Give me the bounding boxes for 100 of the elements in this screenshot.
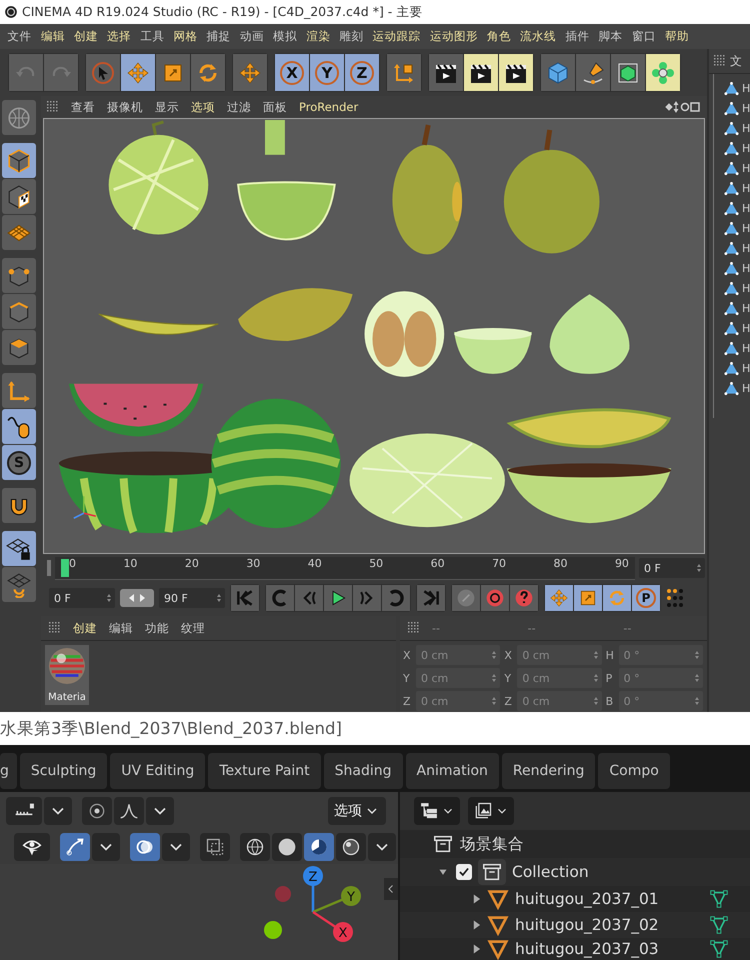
menu-item[interactable]: 插件 <box>560 29 594 44</box>
menu-item[interactable]: 捕捉 <box>202 29 236 44</box>
play-button[interactable] <box>324 585 352 611</box>
material-preview-button[interactable] <box>304 833 334 861</box>
wireframe-shading-button[interactable] <box>240 833 270 861</box>
shading-menu-button[interactable] <box>368 833 396 861</box>
polygons-mode-button[interactable] <box>2 330 36 365</box>
coordinate-system-button[interactable] <box>387 54 421 91</box>
go-to-end-button[interactable] <box>417 585 445 611</box>
locked-workplane-button[interactable] <box>2 531 36 566</box>
menu-item[interactable]: 选择 <box>102 29 136 44</box>
menu-item[interactable]: 显示 <box>155 100 179 114</box>
menu-item[interactable]: 创建 <box>73 620 97 636</box>
proportional-edit-button[interactable] <box>82 797 112 825</box>
model-mode-button[interactable] <box>2 143 36 178</box>
axis-handle[interactable]: X <box>312 910 353 942</box>
3d-viewport[interactable] <box>43 118 705 554</box>
workspace-tab[interactable]: Compo <box>598 753 670 789</box>
display-mode-dropdown[interactable] <box>414 797 460 825</box>
edges-mode-button[interactable] <box>2 294 36 329</box>
move-tool-button[interactable] <box>121 54 155 91</box>
menu-item[interactable]: 编辑 <box>109 620 133 636</box>
snap-button[interactable] <box>2 488 36 523</box>
step-arrows-button[interactable] <box>120 589 154 607</box>
cube-button[interactable] <box>541 54 575 91</box>
x-axis-button[interactable]: X <box>275 54 309 91</box>
checkbox[interactable] <box>456 864 472 880</box>
object-name[interactable]: H <box>742 222 750 234</box>
outliner-item[interactable]: huitugou_2037_03 <box>515 940 659 958</box>
menu-item[interactable]: 文件 <box>3 29 36 44</box>
negative-axis-handle[interactable] <box>275 886 291 902</box>
object-name[interactable]: H <box>742 282 750 294</box>
object-name[interactable]: H <box>742 182 750 194</box>
help-button[interactable] <box>510 585 538 611</box>
playhead[interactable] <box>61 558 69 576</box>
material-swatch[interactable]: Materia <box>45 645 89 705</box>
outliner-item[interactable]: 场景集合 <box>460 834 524 854</box>
menu-item[interactable]: 文 <box>730 52 742 70</box>
workspace-tab[interactable]: Texture Paint <box>208 753 321 789</box>
menu-item[interactable]: 模拟 <box>268 29 302 44</box>
menu-item[interactable]: 帮助 <box>660 29 694 44</box>
points-mode-button[interactable] <box>2 258 36 293</box>
end-frame-field[interactable]: 90 F <box>159 588 225 608</box>
menu-item[interactable]: 雕刻 <box>334 29 368 44</box>
menu-item[interactable]: 面板 <box>263 100 287 114</box>
options-dropdown[interactable]: 选项 <box>328 797 386 825</box>
menu-item[interactable]: 网格 <box>168 29 202 44</box>
parameter-key-button[interactable]: P <box>632 585 660 611</box>
next-key-button[interactable] <box>382 585 410 611</box>
current-frame-field[interactable]: 0 F <box>639 558 705 578</box>
move-tool-button[interactable] <box>233 54 267 91</box>
overlay-menu-button[interactable] <box>162 833 190 861</box>
workspace-tab[interactable]: Animation <box>406 753 499 789</box>
filter-dropdown[interactable] <box>468 797 514 825</box>
tweak-mode-button[interactable] <box>2 409 36 444</box>
menu-item[interactable]: 查看 <box>71 100 95 114</box>
scale-key-button[interactable] <box>574 585 602 611</box>
solid-shading-button[interactable] <box>272 833 302 861</box>
menu-item[interactable]: 选项 <box>191 100 215 114</box>
outliner-item[interactable]: Collection <box>512 863 589 881</box>
object-name[interactable]: H <box>742 382 750 394</box>
snap-menu-button[interactable] <box>44 797 72 825</box>
menu-item[interactable]: 编辑 <box>36 29 70 44</box>
outliner-item[interactable]: huitugou_2037_01 <box>515 890 659 908</box>
start-frame-field[interactable]: 0 F <box>49 588 115 608</box>
menu-item[interactable]: 窗口 <box>627 29 660 44</box>
menu-item[interactable]: 运动图形 <box>425 29 482 44</box>
workspace-tab[interactable]: g <box>0 753 17 789</box>
object-name[interactable]: H <box>742 202 750 214</box>
workspace-tab[interactable]: Rendering <box>502 753 596 789</box>
menu-item[interactable]: 摄像机 <box>107 100 143 114</box>
workspace-tab[interactable]: Sculpting <box>20 753 108 789</box>
workspace-tab[interactable]: Shading <box>324 753 403 789</box>
object-name[interactable]: H <box>742 262 750 274</box>
scale-tool-button[interactable] <box>156 54 190 91</box>
menu-item[interactable]: 创建 <box>69 29 103 44</box>
y-axis-button[interactable]: Y <box>310 54 344 91</box>
object-name[interactable]: H <box>742 162 750 174</box>
render-button[interactable] <box>464 54 498 91</box>
menu-item[interactable]: 功能 <box>145 620 169 636</box>
sidebar-toggle[interactable] <box>384 878 398 900</box>
xray-toggle-button[interactable] <box>200 833 230 861</box>
texture-mode-button[interactable] <box>2 179 36 214</box>
falloff-button[interactable] <box>114 797 144 825</box>
menu-item[interactable]: 工具 <box>136 29 169 44</box>
menu-item[interactable]: 纹理 <box>181 620 205 636</box>
axis-handle[interactable]: Z <box>303 866 323 912</box>
snap-toggle-button[interactable] <box>6 797 42 825</box>
menu-item[interactable]: 运动跟踪 <box>368 29 426 44</box>
object-name[interactable]: H <box>742 302 750 314</box>
rendered-shading-button[interactable] <box>336 833 366 861</box>
selection-tool-button[interactable] <box>86 54 120 91</box>
rotate-tool-button[interactable] <box>191 54 225 91</box>
overlay-toggle-button[interactable] <box>130 833 160 861</box>
gizmo-menu-button[interactable] <box>92 833 120 861</box>
object-name[interactable]: H <box>742 82 750 94</box>
object-name[interactable]: H <box>742 322 750 334</box>
go-to-start-button[interactable] <box>231 585 259 611</box>
previous-key-button[interactable] <box>266 585 294 611</box>
menu-item[interactable]: 渲染 <box>302 29 335 44</box>
